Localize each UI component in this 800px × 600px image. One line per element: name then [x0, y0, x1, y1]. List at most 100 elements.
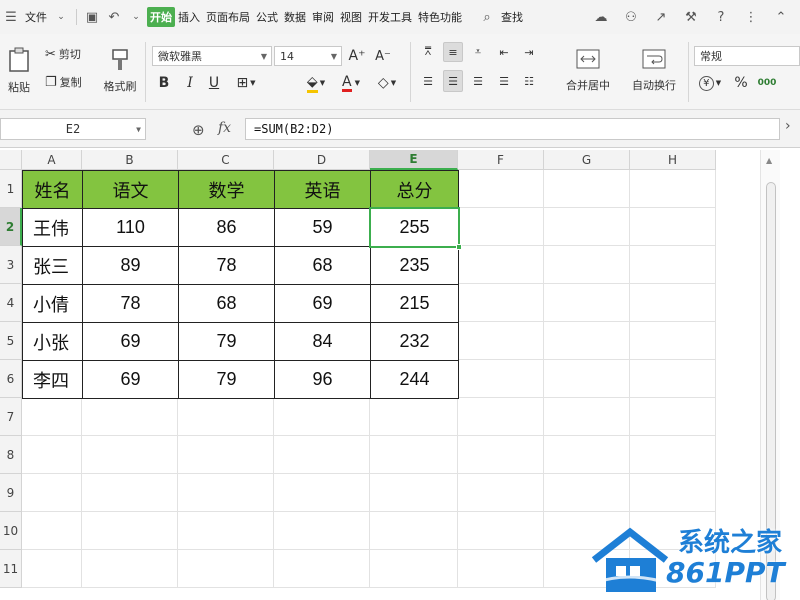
cell-h5[interactable] [630, 322, 716, 360]
cell-f3[interactable] [458, 246, 544, 284]
cell-f5[interactable] [458, 322, 544, 360]
table-cell[interactable]: 小倩 [22, 284, 83, 323]
cell-c7[interactable] [178, 398, 274, 436]
tab-view[interactable]: 视图 [337, 9, 365, 25]
file-menu[interactable]: 文件 [22, 9, 50, 25]
cell-a7[interactable] [22, 398, 82, 436]
cell-f2[interactable] [458, 208, 544, 246]
format-painter-button[interactable]: 格式刷 [98, 40, 142, 102]
cell-h3[interactable] [630, 246, 716, 284]
table-header-cell[interactable]: 英语 [274, 170, 371, 209]
row-header-4[interactable]: 4 [0, 284, 22, 322]
table-cell[interactable]: 96 [274, 360, 371, 399]
row-header-3[interactable]: 3 [0, 246, 22, 284]
table-cell[interactable]: 235 [370, 246, 459, 285]
chevron-down-icon[interactable]: ⌄ [53, 9, 69, 25]
table-cell[interactable]: 89 [82, 246, 179, 285]
table-cell[interactable]: 215 [370, 284, 459, 323]
justify-button[interactable]: ☰ [494, 70, 514, 92]
fill-handle[interactable] [456, 244, 462, 250]
clear-format-button[interactable]: ◇ ▼ [372, 72, 402, 94]
table-cell[interactable]: 244 [370, 360, 459, 399]
tab-features[interactable]: 特色功能 [415, 9, 465, 25]
paste-button[interactable]: 粘贴 [0, 40, 38, 102]
cell-g9[interactable] [544, 474, 630, 512]
cell-g5[interactable] [544, 322, 630, 360]
distributed-button[interactable]: ☷ [519, 70, 539, 92]
undo-icon[interactable]: ↶ [106, 9, 122, 25]
cell-d9[interactable] [274, 474, 370, 512]
cell-d7[interactable] [274, 398, 370, 436]
cloud-sync-icon[interactable]: ☁ [593, 9, 609, 25]
cell-c9[interactable] [178, 474, 274, 512]
table-cell[interactable]: 69 [82, 322, 179, 361]
cell-h4[interactable] [630, 284, 716, 322]
cell-b8[interactable] [82, 436, 178, 474]
cell-a8[interactable] [22, 436, 82, 474]
tab-insert[interactable]: 插入 [175, 9, 203, 25]
table-cell[interactable]: 255 [370, 208, 459, 247]
row-header-7[interactable]: 7 [0, 398, 22, 436]
table-cell[interactable]: 79 [178, 322, 275, 361]
table-cell[interactable]: 86 [178, 208, 275, 247]
cell-d11[interactable] [274, 550, 370, 588]
column-header-h[interactable]: H [630, 150, 716, 170]
cell-f4[interactable] [458, 284, 544, 322]
cell-b10[interactable] [82, 512, 178, 550]
column-header-g[interactable]: G [544, 150, 630, 170]
wrap-text-button[interactable]: 自动换行 [626, 40, 682, 102]
cell-h2[interactable] [630, 208, 716, 246]
tab-page-layout[interactable]: 页面布局 [203, 9, 253, 25]
cell-f7[interactable] [458, 398, 544, 436]
row-header-5[interactable]: 5 [0, 322, 22, 360]
bold-button[interactable]: B [154, 72, 174, 94]
cell-f1[interactable] [458, 170, 544, 208]
align-right-button[interactable]: ☰ [468, 70, 488, 92]
row-header-9[interactable]: 9 [0, 474, 22, 512]
column-header-f[interactable]: F [458, 150, 544, 170]
tab-home[interactable]: 开始 [147, 7, 175, 27]
cut-button[interactable]: ✂ 剪切 [44, 44, 82, 64]
column-header-c[interactable]: C [178, 150, 274, 170]
search-button[interactable]: 查找 [498, 9, 526, 25]
table-cell[interactable]: 小张 [22, 322, 83, 361]
number-format-select[interactable]: 常规 [694, 46, 800, 66]
name-box[interactable]: E2 ▼ [0, 118, 146, 140]
cell-f11[interactable] [458, 550, 544, 588]
table-cell[interactable]: 李四 [22, 360, 83, 399]
align-top-button[interactable]: ⩞ [418, 42, 438, 62]
cell-a9[interactable] [22, 474, 82, 512]
cell-g4[interactable] [544, 284, 630, 322]
table-cell[interactable]: 张三 [22, 246, 83, 285]
table-cell[interactable]: 79 [178, 360, 275, 399]
merge-center-button[interactable]: 合并居中 [552, 40, 624, 102]
table-cell[interactable]: 59 [274, 208, 371, 247]
grow-font-button[interactable]: A⁺ [346, 46, 368, 66]
cell-d10[interactable] [274, 512, 370, 550]
cell-h9[interactable] [630, 474, 716, 512]
fill-color-button[interactable]: ⬙ ▼ [300, 72, 332, 94]
row-header-11[interactable]: 11 [0, 550, 22, 588]
thousands-separator-button[interactable]: 000 [756, 72, 778, 94]
row-header-6[interactable]: 6 [0, 360, 22, 398]
save-icon[interactable]: ▣ [84, 9, 100, 25]
zoom-formula-icon[interactable]: ⊕ [192, 121, 205, 139]
collapse-ribbon-icon[interactable]: ⌃ [773, 9, 789, 25]
cell-f6[interactable] [458, 360, 544, 398]
cell-h8[interactable] [630, 436, 716, 474]
cell-g3[interactable] [544, 246, 630, 284]
scroll-up-icon[interactable]: ▲ [766, 156, 772, 165]
table-cell[interactable]: 78 [178, 246, 275, 285]
cell-h7[interactable] [630, 398, 716, 436]
table-cell[interactable]: 68 [178, 284, 275, 323]
borders-button[interactable]: ⊞ ▼ [230, 72, 262, 94]
tab-review[interactable]: 审阅 [309, 9, 337, 25]
table-cell[interactable]: 110 [82, 208, 179, 247]
fx-button[interactable]: fx [218, 120, 231, 136]
table-cell[interactable]: 69 [82, 360, 179, 399]
cell-g6[interactable] [544, 360, 630, 398]
tab-formulas[interactable]: 公式 [253, 9, 281, 25]
cell-g8[interactable] [544, 436, 630, 474]
tools-icon[interactable]: ⚒ [683, 9, 699, 25]
table-cell[interactable]: 68 [274, 246, 371, 285]
